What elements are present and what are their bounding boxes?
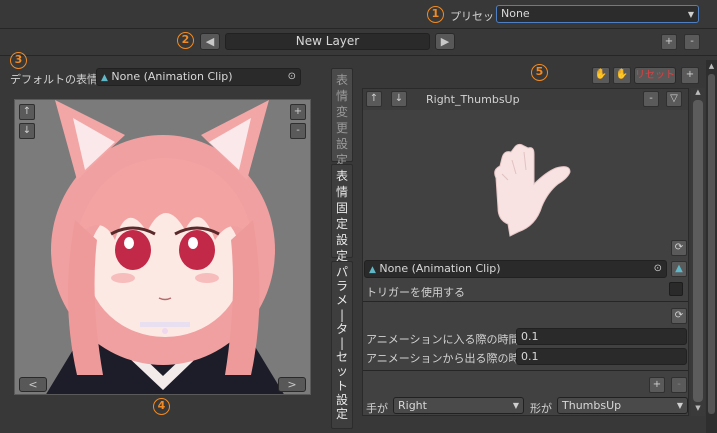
trigger-label: トリガーを使用する bbox=[366, 286, 465, 299]
chevron-down-icon: ▼ bbox=[687, 10, 694, 19]
clip-preview-icon[interactable]: ▲ bbox=[671, 261, 687, 277]
hand-value: Right bbox=[398, 399, 427, 412]
layer-name-field[interactable]: New Layer bbox=[225, 33, 430, 50]
default-expression-label: デフォルトの表情 bbox=[10, 73, 98, 86]
remove-condition-button[interactable]: - bbox=[671, 377, 687, 393]
chevron-down-icon: ▼ bbox=[512, 401, 519, 410]
add-layer-button[interactable]: + bbox=[661, 34, 677, 50]
card-down-button[interactable]: ↓ bbox=[391, 91, 407, 107]
divider bbox=[363, 301, 688, 302]
remove-layer-button[interactable]: - bbox=[684, 34, 700, 50]
preview-zoom-out-button[interactable]: - bbox=[290, 123, 306, 139]
shape-value: ThumbsUp bbox=[562, 399, 622, 412]
exit-time-label: アニメーションから出る際の時間 bbox=[366, 352, 531, 365]
preset-value: None bbox=[501, 7, 530, 20]
annotation-marker-5: 5 bbox=[531, 64, 548, 81]
scrollbar-thumb[interactable] bbox=[693, 100, 703, 402]
card-header bbox=[363, 89, 688, 110]
avatar-face-image bbox=[15, 100, 310, 394]
annotation-marker-2: 2 bbox=[177, 32, 194, 49]
enter-time-label: アニメーションに入る際の時間 bbox=[366, 333, 520, 346]
chevron-down-icon: ▼ bbox=[676, 401, 683, 410]
preview-up-button[interactable]: ↑ bbox=[19, 104, 35, 120]
scroll-down-icon[interactable]: ▼ bbox=[691, 404, 705, 412]
divider bbox=[0, 55, 717, 56]
annotation-marker-1: 1 bbox=[427, 6, 444, 23]
animation-clip-icon: ▲ bbox=[101, 73, 108, 83]
exit-time-input[interactable]: 0.1 bbox=[516, 348, 687, 365]
preset-dropdown[interactable]: None ▼ bbox=[496, 5, 699, 23]
clip-field[interactable]: ▲ None (Animation Clip) ⊙ bbox=[364, 260, 667, 278]
hand-left-icon[interactable]: ✋ bbox=[592, 67, 610, 84]
refresh-icon[interactable]: ⟳ bbox=[671, 240, 687, 256]
shape-condition-label: 形が bbox=[530, 402, 552, 415]
default-expression-value: None (Animation Clip) bbox=[111, 70, 233, 83]
add-expression-button[interactable]: + bbox=[681, 67, 699, 84]
animation-clip-icon: ▲ bbox=[369, 265, 376, 275]
card-title: Right_ThumbsUp bbox=[426, 93, 520, 106]
outer-scrollbar[interactable]: ▲ bbox=[706, 60, 717, 433]
hand-right-icon[interactable]: ✋ bbox=[613, 67, 631, 84]
scroll-up-icon[interactable]: ▲ bbox=[691, 88, 705, 96]
annotation-marker-4: 4 bbox=[153, 398, 170, 415]
preview-down-button[interactable]: ↓ bbox=[19, 123, 35, 139]
card-collapse-button[interactable]: ▽ bbox=[666, 91, 682, 107]
outer-scrollbar-thumb[interactable] bbox=[708, 74, 715, 414]
clip-value: None (Animation Clip) bbox=[379, 262, 501, 275]
add-condition-button[interactable]: + bbox=[649, 377, 665, 393]
object-picker-icon[interactable]: ⊙ bbox=[288, 69, 296, 85]
expression-card bbox=[362, 88, 689, 416]
thumbs-up-hand-icon bbox=[494, 143, 571, 237]
annotation-marker-3: 3 bbox=[10, 52, 27, 69]
shape-dropdown[interactable]: ThumbsUp ▼ bbox=[557, 397, 688, 414]
enter-time-input[interactable]: 0.1 bbox=[516, 328, 687, 345]
avatar-preview bbox=[14, 99, 311, 395]
tab-expression-lock[interactable]: 表情固定設定 bbox=[331, 164, 353, 263]
preview-next-button[interactable]: > bbox=[278, 377, 306, 392]
tab-parameter-set[interactable]: パラメ | タ | セット設定 bbox=[331, 261, 353, 429]
prev-layer-button[interactable]: ◀ bbox=[200, 33, 220, 50]
next-layer-button[interactable]: ▶ bbox=[435, 33, 455, 50]
preview-prev-button[interactable]: < bbox=[19, 377, 47, 392]
card-remove-button[interactable]: - bbox=[643, 91, 659, 107]
object-picker-icon[interactable]: ⊙ bbox=[654, 261, 662, 277]
refresh-icon[interactable]: ⟳ bbox=[671, 308, 687, 324]
default-expression-field[interactable]: ▲ None (Animation Clip) ⊙ bbox=[96, 68, 301, 86]
scrollbar-track[interactable]: ▲ ▼ bbox=[691, 88, 705, 416]
tab-expression-change[interactable]: 表情変更設定 bbox=[331, 68, 353, 167]
divider bbox=[363, 370, 688, 371]
hand-condition-label: 手が bbox=[366, 402, 388, 415]
card-up-button[interactable]: ↑ bbox=[366, 91, 382, 107]
hand-dropdown[interactable]: Right ▼ bbox=[393, 397, 524, 414]
scroll-up-icon[interactable]: ▲ bbox=[707, 62, 716, 70]
divider bbox=[0, 28, 717, 29]
preview-zoom-in-button[interactable]: + bbox=[290, 104, 306, 120]
trigger-checkbox[interactable] bbox=[669, 282, 683, 296]
reset-button[interactable]: リセット bbox=[634, 67, 676, 84]
